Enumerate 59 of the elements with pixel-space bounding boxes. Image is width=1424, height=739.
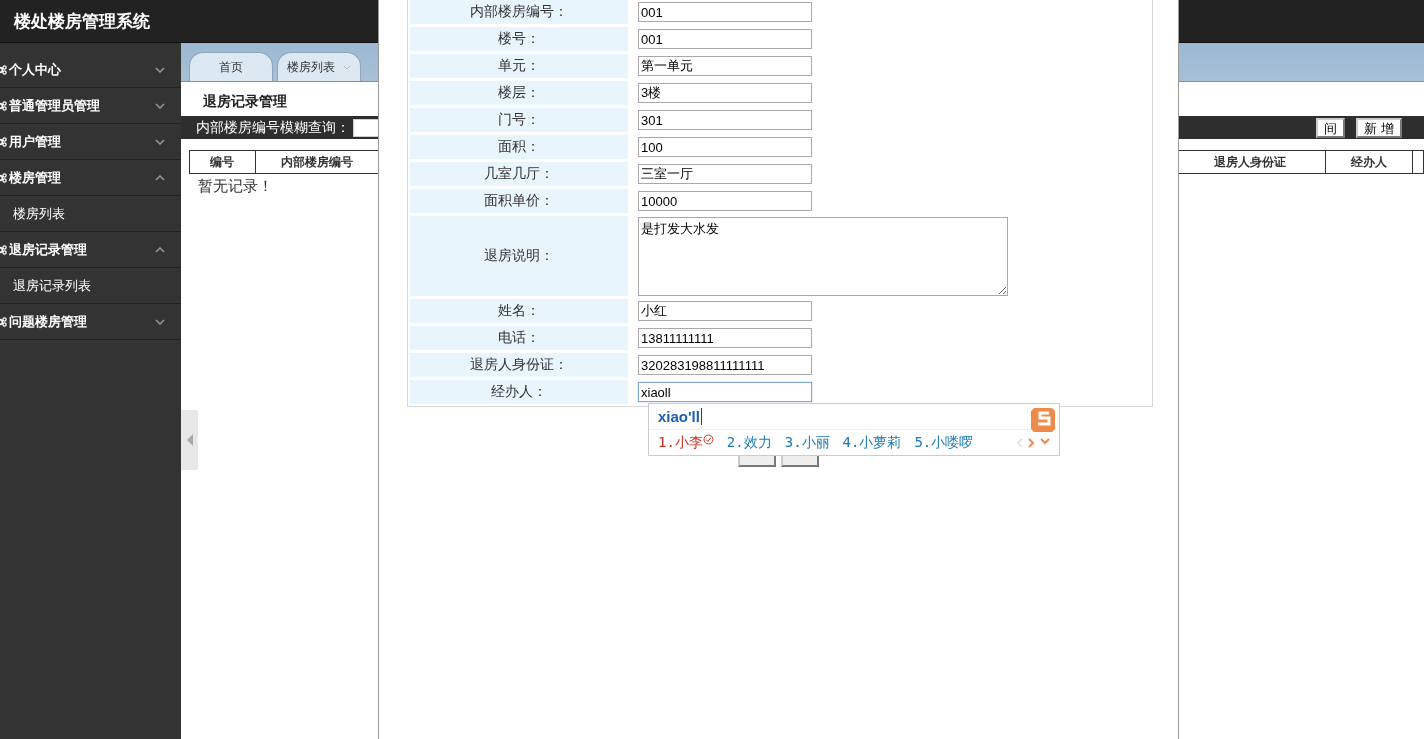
- caret-left-icon: [186, 434, 193, 446]
- field-label: 内部楼房编号：: [410, 0, 628, 24]
- input-field[interactable]: 001: [638, 2, 812, 22]
- column-header: 内部楼房编号: [280, 154, 353, 169]
- field-label: 几室几厅：: [410, 162, 628, 186]
- ime-candidate[interactable]: 4.小萝莉: [842, 434, 902, 452]
- ime-candidate[interactable]: 5.小喽啰: [914, 434, 974, 452]
- gear-icon: [0, 244, 7, 255]
- sidebar-submenu-item[interactable]: 退房记录列表: [0, 276, 91, 295]
- gear-icon: [0, 64, 7, 75]
- field-label: 退房人身份证：: [410, 353, 628, 377]
- field-label: 面积：: [410, 135, 628, 159]
- input-field[interactable]: 301: [638, 110, 812, 130]
- gear-icon: [0, 100, 7, 111]
- input-field[interactable]: 第一单元: [638, 56, 812, 76]
- chevron-down-icon[interactable]: [1040, 438, 1050, 445]
- field-label: 面积单价：: [410, 189, 628, 213]
- sidebar-submenu-item[interactable]: 楼房列表: [0, 204, 65, 223]
- tab[interactable]: 首页: [189, 52, 273, 81]
- ime-candidate[interactable]: 3.小丽: [784, 434, 830, 452]
- app-title: 楼处楼房管理系统: [13, 10, 150, 33]
- input-field[interactable]: 3楼: [638, 83, 812, 103]
- tab[interactable]: 楼房列表: [277, 52, 361, 81]
- input-field[interactable]: 10000: [638, 191, 812, 211]
- chevron-down-icon: [343, 64, 351, 70]
- ime-composition: xiao'll: [658, 408, 702, 425]
- page-title: 退房记录管理: [203, 93, 287, 109]
- input-field[interactable]: 三室一厅: [638, 164, 812, 184]
- input-field[interactable]: 320283198811111111: [638, 355, 812, 375]
- add-button[interactable]: 新 增: [1356, 117, 1402, 138]
- search-label: 内部楼房编号模糊查询：: [196, 118, 350, 137]
- column-header: 编号: [210, 154, 235, 169]
- field-label: 单元：: [410, 54, 628, 78]
- input-field[interactable]: 13811111111: [638, 328, 812, 348]
- collapse-handle[interactable]: [181, 410, 198, 470]
- chevron-right-icon[interactable]: [1028, 438, 1035, 448]
- field-label: 门号：: [410, 108, 628, 132]
- input-field[interactable]: 100: [638, 137, 812, 157]
- field-label: 楼层：: [410, 81, 628, 105]
- field-label: 退房说明：: [410, 216, 628, 296]
- input-field[interactable]: xiaoll: [638, 382, 812, 402]
- gear-icon: [0, 136, 7, 147]
- text-area[interactable]: 是打发大水发: [638, 217, 1008, 296]
- gear-icon: [0, 316, 7, 327]
- ime-candidate[interactable]: 2.效力: [726, 434, 772, 452]
- search-button[interactable]: 间: [1316, 117, 1346, 138]
- empty-message: 暂无记录！: [198, 177, 273, 194]
- field-label: 电话：: [410, 326, 628, 350]
- column-header: 经办人: [1350, 154, 1387, 169]
- ime-candidate[interactable]: 1.小李: [658, 434, 714, 452]
- field-label: 姓名：: [410, 299, 628, 323]
- field-label: 经办人：: [410, 380, 628, 404]
- input-field[interactable]: 001: [638, 29, 812, 49]
- gear-icon: [0, 172, 7, 183]
- chevron-left-icon[interactable]: [1016, 438, 1023, 448]
- check-circle-icon: [702, 434, 714, 445]
- column-header: 退房人身份证: [1214, 154, 1287, 169]
- field-label: 楼号：: [410, 27, 628, 51]
- input-field[interactable]: 小红: [638, 301, 812, 321]
